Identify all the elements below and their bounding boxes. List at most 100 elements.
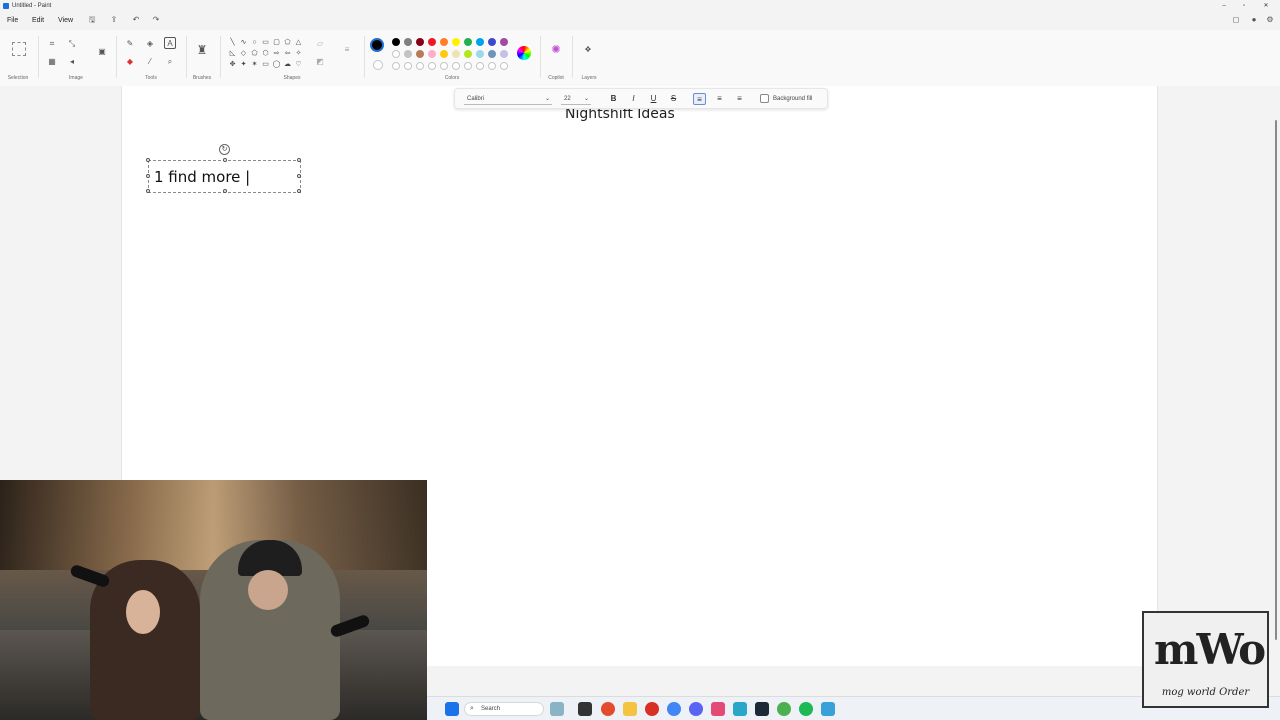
- resize-handle[interactable]: [146, 158, 150, 162]
- secondary-color-icon[interactable]: [373, 60, 383, 70]
- resize-handle[interactable]: [297, 189, 301, 193]
- resize-handle[interactable]: [223, 158, 227, 162]
- triangle-shape-icon[interactable]: △: [294, 38, 303, 47]
- strikethrough-button[interactable]: S: [667, 93, 680, 105]
- rotate-icon[interactable]: ◂: [66, 56, 78, 68]
- star-five-shape-icon[interactable]: ✦: [239, 60, 248, 69]
- four-arrow-shape-icon[interactable]: ✥: [228, 60, 237, 69]
- resize-handle[interactable]: [223, 189, 227, 193]
- custom-color-slot[interactable]: [452, 62, 460, 70]
- color-swatch[interactable]: [392, 50, 400, 58]
- pentagon-shape-icon[interactable]: ⬠: [250, 49, 259, 58]
- custom-color-slot[interactable]: [404, 62, 412, 70]
- resize-handle[interactable]: [297, 158, 301, 162]
- custom-color-slot[interactable]: [416, 62, 424, 70]
- resize-icon[interactable]: ⤡: [66, 38, 78, 50]
- color-swatch[interactable]: [464, 50, 472, 58]
- steam-icon[interactable]: [755, 702, 769, 716]
- brush-icon[interactable]: ♜: [196, 44, 208, 56]
- magnifier-icon[interactable]: ⌕: [164, 56, 176, 68]
- menu-view[interactable]: View: [58, 12, 73, 30]
- color-swatch[interactable]: [392, 38, 400, 46]
- browser-icon[interactable]: [601, 702, 615, 716]
- align-right-icon[interactable]: ≡: [733, 93, 746, 105]
- spotify-icon[interactable]: [799, 702, 813, 716]
- shape-fill-icon[interactable]: ◩: [314, 56, 326, 68]
- rectangle-shape-icon[interactable]: ▭: [261, 38, 270, 47]
- color-swatch[interactable]: [452, 38, 460, 46]
- callout-rect-shape-icon[interactable]: ▭: [261, 60, 270, 69]
- edit-colors-icon[interactable]: [517, 46, 531, 60]
- color-swatch[interactable]: [404, 38, 412, 46]
- menu-edit[interactable]: Edit: [32, 12, 44, 30]
- color-swatch[interactable]: [488, 50, 496, 58]
- align-left-icon[interactable]: ≡: [693, 93, 706, 105]
- calculator-icon[interactable]: [733, 702, 747, 716]
- close-button[interactable]: ✕: [1256, 0, 1276, 12]
- color-swatch[interactable]: [476, 38, 484, 46]
- color-swatch[interactable]: [428, 50, 436, 58]
- star-six-shape-icon[interactable]: ✶: [250, 60, 259, 69]
- shape-outline-icon[interactable]: ▱: [314, 38, 326, 50]
- active-color-icon[interactable]: [370, 38, 384, 52]
- diamond-shape-icon[interactable]: ◇: [239, 49, 248, 58]
- rotate-handle-icon[interactable]: ↻: [219, 144, 230, 155]
- menu-file[interactable]: File: [7, 12, 18, 30]
- text-box[interactable]: 1 find more |: [146, 158, 301, 193]
- selection-tool-icon[interactable]: [12, 42, 26, 56]
- italic-button[interactable]: I: [627, 93, 640, 105]
- settings-icon[interactable]: ⚙: [1264, 14, 1276, 26]
- maximize-button[interactable]: ▫: [1234, 0, 1254, 12]
- text-box-content[interactable]: 1 find more |: [154, 168, 250, 186]
- paint-taskbar-icon[interactable]: [711, 702, 725, 716]
- custom-color-slot[interactable]: [500, 62, 508, 70]
- color-swatch[interactable]: [416, 50, 424, 58]
- align-center-icon[interactable]: ≡: [713, 93, 726, 105]
- font-family-dropdown[interactable]: Calibri ⌄: [464, 93, 552, 105]
- left-arrow-shape-icon[interactable]: ⇦: [283, 49, 292, 58]
- right-triangle-shape-icon[interactable]: ◺: [228, 49, 237, 58]
- custom-color-slot[interactable]: [476, 62, 484, 70]
- profile-icon[interactable]: ●: [1248, 14, 1260, 26]
- background-fill-checkbox[interactable]: [760, 94, 769, 103]
- custom-color-slot[interactable]: [440, 62, 448, 70]
- minimize-button[interactable]: –: [1214, 0, 1234, 12]
- resize-handle[interactable]: [146, 189, 150, 193]
- polygon-shape-icon[interactable]: ⬠: [283, 38, 292, 47]
- redo-icon[interactable]: ↷: [150, 14, 162, 26]
- app-icon[interactable]: [645, 702, 659, 716]
- custom-color-slot[interactable]: [428, 62, 436, 70]
- eraser-icon[interactable]: ◆: [124, 56, 136, 68]
- pencil-icon[interactable]: ✎: [124, 38, 136, 50]
- notifications-icon[interactable]: ◻: [1230, 14, 1242, 26]
- star-four-shape-icon[interactable]: ✧: [294, 49, 303, 58]
- heart-shape-icon[interactable]: ♡: [294, 60, 303, 69]
- callout-oval-shape-icon[interactable]: ◯: [272, 60, 281, 69]
- widgets-icon[interactable]: [550, 702, 564, 716]
- remove-background-icon[interactable]: ▣: [96, 46, 108, 58]
- app-icon[interactable]: [821, 702, 835, 716]
- undo-icon[interactable]: ↶: [130, 14, 142, 26]
- scrollbar-thumb[interactable]: [1275, 120, 1277, 640]
- callout-cloud-shape-icon[interactable]: ☁: [283, 60, 292, 69]
- image-select-icon[interactable]: ▦: [46, 56, 58, 68]
- custom-color-slot[interactable]: [392, 62, 400, 70]
- curve-shape-icon[interactable]: ∿: [239, 38, 248, 47]
- color-swatch[interactable]: [452, 50, 460, 58]
- file-explorer-icon[interactable]: [623, 702, 637, 716]
- line-shape-icon[interactable]: ╲: [228, 38, 237, 47]
- color-swatch[interactable]: [500, 38, 508, 46]
- discord-icon[interactable]: [689, 702, 703, 716]
- crop-icon[interactable]: ⌗: [46, 38, 58, 50]
- color-picker-icon[interactable]: ⁄: [144, 56, 156, 68]
- vertical-scrollbar[interactable]: [1272, 86, 1280, 666]
- hexagon-shape-icon[interactable]: ⬡: [261, 49, 270, 58]
- font-size-dropdown[interactable]: 22 ⌄: [561, 93, 591, 105]
- underline-button[interactable]: U: [647, 93, 660, 105]
- color-swatch[interactable]: [488, 38, 496, 46]
- color-swatch[interactable]: [440, 50, 448, 58]
- text-tool-icon[interactable]: A: [164, 37, 176, 49]
- resize-handle[interactable]: [146, 174, 150, 178]
- shape-size-icon[interactable]: ≡: [341, 44, 353, 56]
- custom-color-slot[interactable]: [464, 62, 472, 70]
